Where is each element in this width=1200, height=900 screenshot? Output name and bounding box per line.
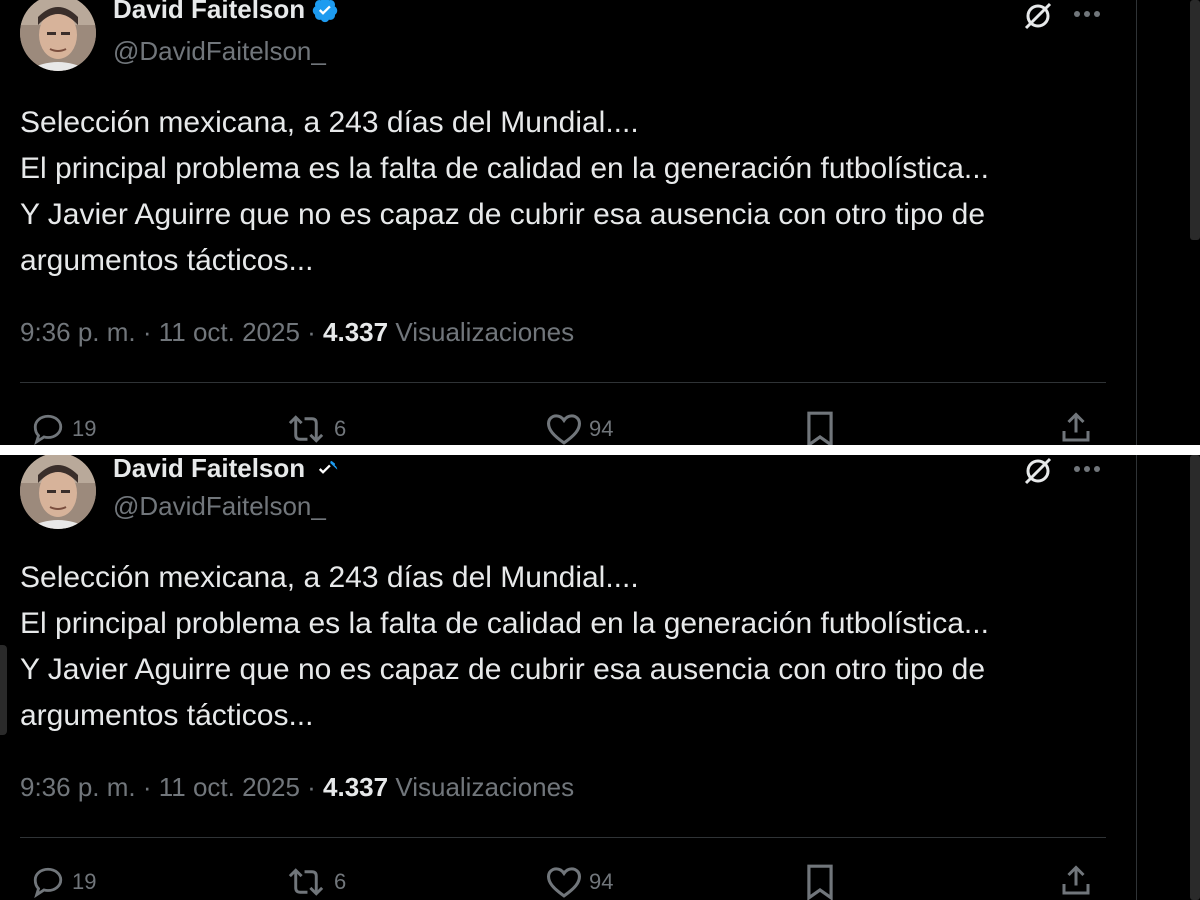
tweet-text-line: El principal problema es la falta de cal… <box>20 152 989 185</box>
meta-separator: · <box>135 772 159 802</box>
tweet-meta: 9:36 p. m. · 11 oct. 2025 · 4.337 Visual… <box>20 772 574 803</box>
repost-icon <box>288 868 324 896</box>
more-options-icon[interactable] <box>1072 4 1102 29</box>
reply-icon <box>33 414 63 445</box>
author-handle[interactable]: @DavidFaitelson_ <box>113 36 326 67</box>
like-icon <box>546 867 582 898</box>
column-border <box>1136 455 1137 900</box>
share-icon <box>1062 865 1090 895</box>
column-border <box>1136 0 1137 445</box>
tweet-date[interactable]: 11 oct. 2025 <box>159 317 300 347</box>
verified-badge-icon <box>311 455 339 483</box>
views-label: Visualizaciones <box>388 772 575 802</box>
share-button[interactable] <box>1058 863 1094 899</box>
views-count: 4.337 <box>323 317 389 347</box>
scrollbar[interactable] <box>1190 455 1200 900</box>
scrollbar[interactable] <box>1190 0 1200 240</box>
author-name[interactable]: David Faitelson <box>113 455 305 484</box>
side-scroll-handle[interactable] <box>0 645 7 735</box>
author-name[interactable]: David Faitelson <box>113 0 305 25</box>
repost-icon <box>288 415 324 443</box>
like-button[interactable]: 94 <box>545 412 613 445</box>
meta-separator: · <box>299 772 324 802</box>
bookmark-button[interactable] <box>804 863 836 900</box>
share-icon <box>1062 412 1090 442</box>
like-count: 94 <box>589 869 614 894</box>
repost-count: 6 <box>334 416 347 441</box>
reply-icon <box>33 867 63 899</box>
author-name-row[interactable]: David Faitelson <box>113 455 339 484</box>
author-handle[interactable]: @DavidFaitelson_ <box>113 491 326 522</box>
more-options-icon[interactable] <box>1072 459 1102 484</box>
bookmark-icon <box>807 411 833 445</box>
tweet-text-line: Selección mexicana, a 243 días del Mundi… <box>20 106 639 139</box>
tweet-text-line: Y Javier Aguirre que no es capaz de cubr… <box>20 653 986 686</box>
meta-separator: · <box>135 317 159 347</box>
tweet-text: Selección mexicana, a 243 días del Mundi… <box>20 100 989 284</box>
grok-icon[interactable] <box>1022 455 1054 492</box>
divider <box>20 837 1106 838</box>
image-separator <box>0 445 1200 455</box>
tweet-text-line: Selección mexicana, a 243 días del Mundi… <box>20 561 639 594</box>
share-button[interactable] <box>1058 410 1094 445</box>
meta-separator: · <box>299 317 324 347</box>
views-count: 4.337 <box>323 772 389 802</box>
bookmark-icon <box>807 864 833 900</box>
grok-icon[interactable] <box>1022 0 1054 37</box>
avatar[interactable] <box>20 0 96 71</box>
tweet-text: Selección mexicana, a 243 días del Mundi… <box>20 555 989 739</box>
verified-badge-icon <box>311 0 339 24</box>
repost-button[interactable]: 6 <box>284 412 346 445</box>
reply-button[interactable]: 19 <box>30 865 96 899</box>
like-icon <box>546 414 582 445</box>
views-label: Visualizaciones <box>388 317 575 347</box>
tweet-meta: 9:36 p. m. · 11 oct. 2025 · 4.337 Visual… <box>20 317 574 348</box>
tweet-time[interactable]: 9:36 p. m. <box>20 772 136 802</box>
like-count: 94 <box>589 416 614 441</box>
tweet-text-line: argumentos tácticos... <box>20 244 314 277</box>
repost-count: 6 <box>334 869 347 894</box>
avatar[interactable] <box>20 455 96 529</box>
avatar-photo <box>20 0 96 71</box>
tweet-panel-bottom: David Faitelson @DavidFaitelson_ Selecci… <box>0 455 1200 900</box>
bookmark-button[interactable] <box>804 410 836 445</box>
tweet-text-line: Y Javier Aguirre que no es capaz de cubr… <box>20 198 986 231</box>
divider <box>20 382 1106 383</box>
tweet-date[interactable]: 11 oct. 2025 <box>159 772 300 802</box>
screenshot-collage: David Faitelson @DavidFaitelson_ Selecci… <box>0 0 1200 900</box>
tweet-time[interactable]: 9:36 p. m. <box>20 317 136 347</box>
author-name-row[interactable]: David Faitelson <box>113 0 339 25</box>
tweet-text-line: argumentos tácticos... <box>20 699 314 732</box>
tweet-text-line: El principal problema es la falta de cal… <box>20 607 989 640</box>
reply-count: 19 <box>72 416 97 441</box>
like-button[interactable]: 94 <box>545 865 613 899</box>
reply-count: 19 <box>72 869 97 894</box>
repost-button[interactable]: 6 <box>284 865 346 899</box>
tweet-panel-top: David Faitelson @DavidFaitelson_ Selecci… <box>0 0 1200 445</box>
avatar-photo <box>20 455 96 529</box>
reply-button[interactable]: 19 <box>30 412 96 445</box>
